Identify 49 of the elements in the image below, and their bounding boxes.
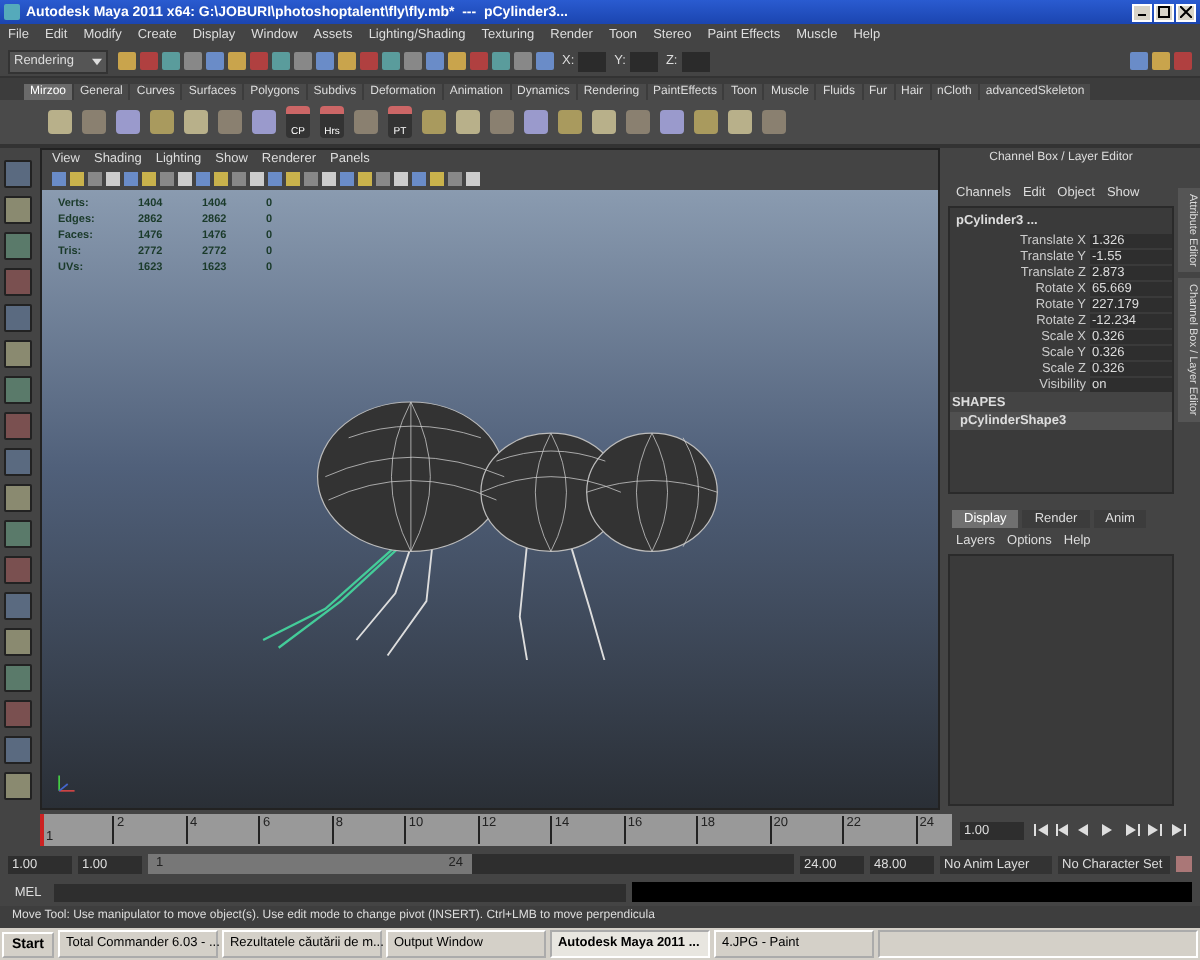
shelf-icon[interactable]: [116, 110, 140, 134]
z-field[interactable]: [681, 51, 710, 71]
tool-icon[interactable]: [4, 268, 32, 296]
shelf-icon[interactable]: [558, 110, 582, 134]
y-field[interactable]: [629, 51, 658, 71]
x-field[interactable]: [578, 51, 607, 71]
tool-icon[interactable]: [4, 304, 32, 332]
tool-icon[interactable]: [4, 412, 32, 440]
tool-icon[interactable]: [4, 196, 32, 224]
shelf-icon[interactable]: [762, 110, 786, 134]
tool-icon[interactable]: [4, 700, 32, 728]
shelf-icon[interactable]: [82, 110, 106, 134]
tool-icon[interactable]: [4, 628, 32, 656]
caret-icon: [92, 57, 102, 65]
shelf-icon[interactable]: [660, 110, 684, 134]
maximize-icon: [1158, 6, 1170, 18]
tool-icon[interactable]: [4, 592, 32, 620]
shelf-icon[interactable]: [694, 110, 718, 134]
shelf-icon[interactable]: [48, 110, 72, 134]
tool-icon[interactable]: [4, 772, 32, 800]
shelf-icon[interactable]: [626, 110, 650, 134]
tool-icon[interactable]: [4, 232, 32, 260]
shelf-icon[interactable]: [728, 110, 752, 134]
tool-icon[interactable]: [4, 448, 32, 476]
axis-icon: [54, 772, 78, 796]
tool-icon[interactable]: [4, 160, 32, 188]
close-button[interactable]: [1176, 3, 1196, 21]
close-icon: [1180, 6, 1192, 18]
tool-icon[interactable]: [4, 520, 32, 548]
shelf-icon[interactable]: [184, 110, 208, 134]
shelf-icon[interactable]: [422, 110, 446, 134]
maximize-button[interactable]: [1154, 3, 1174, 21]
tool-icon[interactable]: [4, 736, 32, 764]
shelf-icon[interactable]: [592, 110, 616, 134]
shelf-icon[interactable]: [252, 110, 276, 134]
shelf-icon[interactable]: [354, 110, 378, 134]
shelf-icon[interactable]: [490, 110, 514, 134]
shelf-icon[interactable]: [150, 110, 174, 134]
tool-icon[interactable]: [4, 376, 32, 404]
tool-icon[interactable]: [4, 556, 32, 584]
shelf-icon[interactable]: [218, 110, 242, 134]
shelf-icon[interactable]: [524, 110, 548, 134]
app-icon: [4, 4, 20, 20]
playback-controls-icon[interactable]: [1032, 820, 1192, 840]
tool-icon[interactable]: [4, 484, 32, 512]
tool-icon[interactable]: [4, 340, 32, 368]
shelf-icon[interactable]: [456, 110, 480, 134]
tool-icon[interactable]: [4, 664, 32, 692]
minimize-button[interactable]: [1132, 3, 1152, 21]
